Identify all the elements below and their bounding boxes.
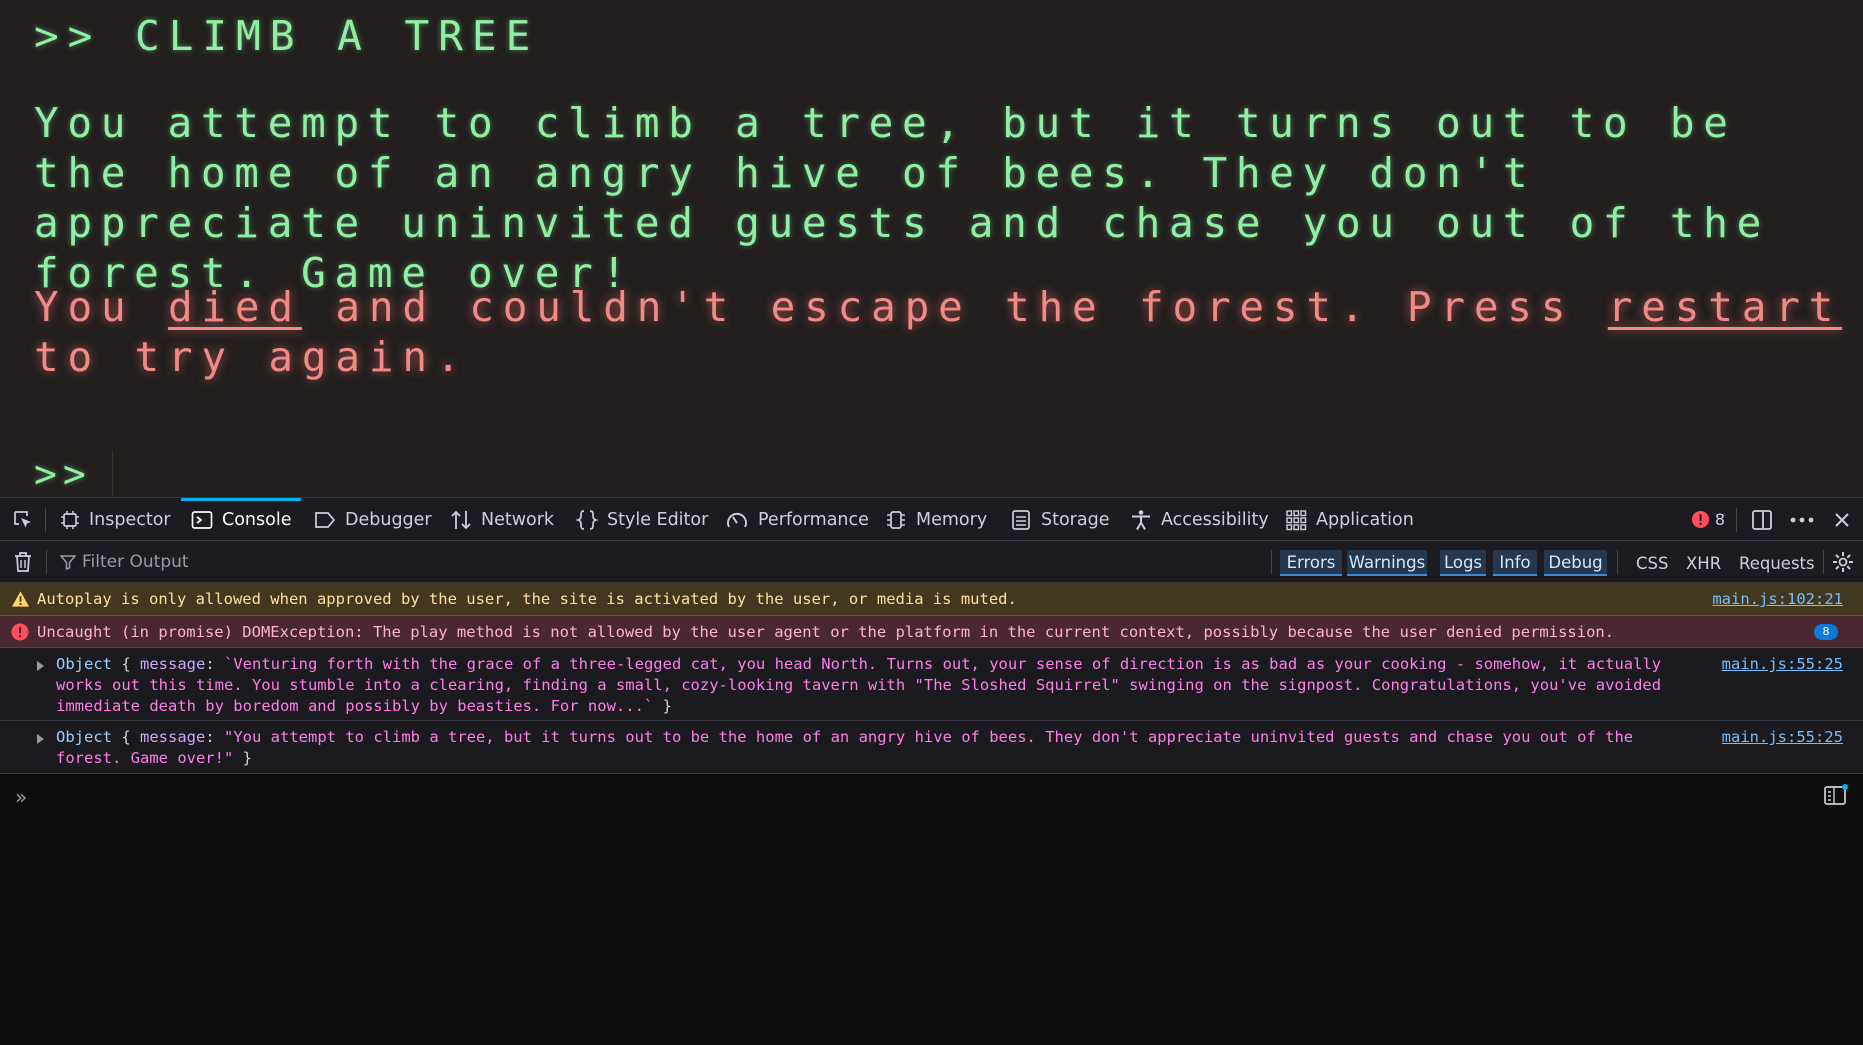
console-filter-bar: Filter Output Errors Warnings Logs Info … bbox=[0, 541, 1863, 583]
tab-label: Console bbox=[222, 509, 292, 530]
console-prompt-icon: » bbox=[15, 785, 28, 809]
tab-storage[interactable]: Storage bbox=[1010, 498, 1109, 541]
debugger-icon bbox=[315, 511, 336, 528]
tab-accessibility[interactable]: Accessibility bbox=[1130, 498, 1269, 541]
expand-triangle-icon[interactable] bbox=[37, 661, 44, 671]
death-middle: and couldn't escape the forest. Press bbox=[301, 283, 1608, 331]
console-icon bbox=[191, 510, 213, 529]
console-error-row: Uncaught (in promise) DOMException: The … bbox=[0, 616, 1863, 648]
error-icon bbox=[1691, 510, 1709, 529]
object-value: `Venturing forth with the grace of a thr… bbox=[56, 655, 1662, 715]
console-log-row[interactable]: Object { message: "You attempt to climb … bbox=[0, 721, 1863, 774]
death-suffix: to try again. bbox=[34, 333, 470, 381]
filter-xhr-button[interactable]: XHR bbox=[1686, 550, 1721, 576]
log-source-link[interactable]: main.js:55:25 bbox=[1722, 654, 1843, 675]
object-brace: { bbox=[121, 655, 141, 673]
tab-performance[interactable]: Performance bbox=[725, 498, 869, 541]
tab-application[interactable]: Application bbox=[1285, 498, 1414, 541]
filter-errors-button[interactable]: Errors bbox=[1280, 550, 1342, 576]
tab-label: Debugger bbox=[345, 509, 432, 530]
filter-icon bbox=[60, 554, 76, 570]
filter-logs-button[interactable]: Logs bbox=[1440, 550, 1486, 576]
console-log-row[interactable]: Object { message: `Venturing forth with … bbox=[0, 648, 1863, 721]
filter-css-button[interactable]: CSS bbox=[1636, 550, 1668, 576]
expand-triangle-icon[interactable] bbox=[37, 734, 44, 744]
trash-icon[interactable] bbox=[8, 541, 38, 582]
tab-label: Application bbox=[1316, 509, 1414, 530]
warning-text: Autoplay is only allowed when approved b… bbox=[37, 590, 1017, 608]
filter-debug-button[interactable]: Debug bbox=[1544, 550, 1607, 576]
tab-memory[interactable]: Memory bbox=[885, 498, 987, 541]
tab-console[interactable]: Console bbox=[180, 498, 303, 541]
tab-style-editor[interactable]: Style Editor bbox=[576, 498, 708, 541]
death-message: You died and couldn't escape the forest.… bbox=[34, 282, 1844, 382]
died-link[interactable]: died bbox=[168, 283, 302, 331]
object-key: message bbox=[140, 655, 206, 673]
restart-link[interactable]: restart bbox=[1608, 283, 1842, 331]
filter-output-input[interactable]: Filter Output bbox=[60, 541, 189, 582]
error-count-label: 8 bbox=[1714, 510, 1726, 529]
last-command: >> CLIMB A TREE bbox=[34, 12, 540, 60]
tab-inspector[interactable]: Inspector bbox=[60, 498, 171, 541]
object-brace: } bbox=[233, 749, 252, 767]
command-input[interactable] bbox=[112, 450, 1813, 496]
tab-network[interactable]: Network bbox=[450, 498, 554, 541]
console-settings-icon[interactable] bbox=[1828, 541, 1858, 582]
error-icon bbox=[11, 623, 29, 641]
tab-debugger[interactable]: Debugger bbox=[314, 498, 432, 541]
filter-requests-button[interactable]: Requests bbox=[1739, 550, 1815, 576]
game-screen: >> CLIMB A TREE You attempt to climb a t… bbox=[0, 0, 1863, 497]
network-icon bbox=[451, 510, 471, 529]
tab-label: Style Editor bbox=[607, 509, 709, 530]
object-key: message bbox=[140, 728, 206, 746]
accessibility-icon bbox=[1132, 509, 1150, 530]
inspector-icon bbox=[61, 510, 79, 529]
death-prefix: You bbox=[34, 283, 168, 331]
console-input[interactable]: » bbox=[0, 775, 1863, 1045]
tab-label: Network bbox=[481, 509, 555, 530]
gauge-icon bbox=[727, 512, 747, 527]
filter-placeholder: Filter Output bbox=[82, 551, 189, 572]
narration-text: You attempt to climb a tree, but it turn… bbox=[34, 99, 1770, 297]
tab-label: Performance bbox=[758, 509, 869, 530]
object-brace: { bbox=[121, 728, 141, 746]
error-count[interactable]: 8 bbox=[1688, 498, 1728, 541]
storage-icon bbox=[1012, 509, 1030, 530]
devtools-toolbar: Inspector Console Debugger Network Style… bbox=[0, 497, 1863, 541]
close-icon[interactable] bbox=[1828, 498, 1856, 541]
memory-chip-icon bbox=[887, 510, 905, 529]
tab-label: Accessibility bbox=[1161, 509, 1269, 530]
log-object: Object { message: "You attempt to climb … bbox=[56, 728, 1634, 767]
tab-label: Memory bbox=[916, 509, 988, 530]
command-prompt: >> bbox=[34, 452, 92, 496]
warning-source-link[interactable]: main.js:102:21 bbox=[1712, 589, 1843, 610]
warning-icon bbox=[11, 591, 30, 607]
braces-icon bbox=[576, 509, 598, 530]
filter-warnings-button[interactable]: Warnings bbox=[1347, 550, 1427, 576]
dock-toggle-icon[interactable] bbox=[1746, 498, 1778, 541]
log-object: Object { message: `Venturing forth with … bbox=[56, 655, 1662, 715]
filter-info-button[interactable]: Info bbox=[1493, 550, 1537, 576]
element-picker-icon[interactable] bbox=[8, 498, 38, 541]
console-warning-row: Autoplay is only allowed when approved b… bbox=[0, 583, 1863, 616]
object-brace: } bbox=[653, 697, 672, 715]
error-repeat-badge: 8 bbox=[1814, 624, 1838, 640]
more-options-icon[interactable] bbox=[1785, 498, 1819, 541]
tab-label: Storage bbox=[1041, 509, 1110, 530]
grid-icon bbox=[1286, 509, 1307, 530]
log-source-link[interactable]: main.js:55:25 bbox=[1722, 727, 1843, 748]
editor-mode-icon[interactable] bbox=[1823, 783, 1849, 807]
error-text: Uncaught (in promise) DOMException: The … bbox=[37, 623, 1615, 641]
object-value: "You attempt to climb a tree, but it tur… bbox=[56, 728, 1634, 767]
object-type: Object bbox=[56, 655, 112, 673]
object-type: Object bbox=[56, 728, 112, 746]
tab-label: Inspector bbox=[89, 509, 171, 530]
